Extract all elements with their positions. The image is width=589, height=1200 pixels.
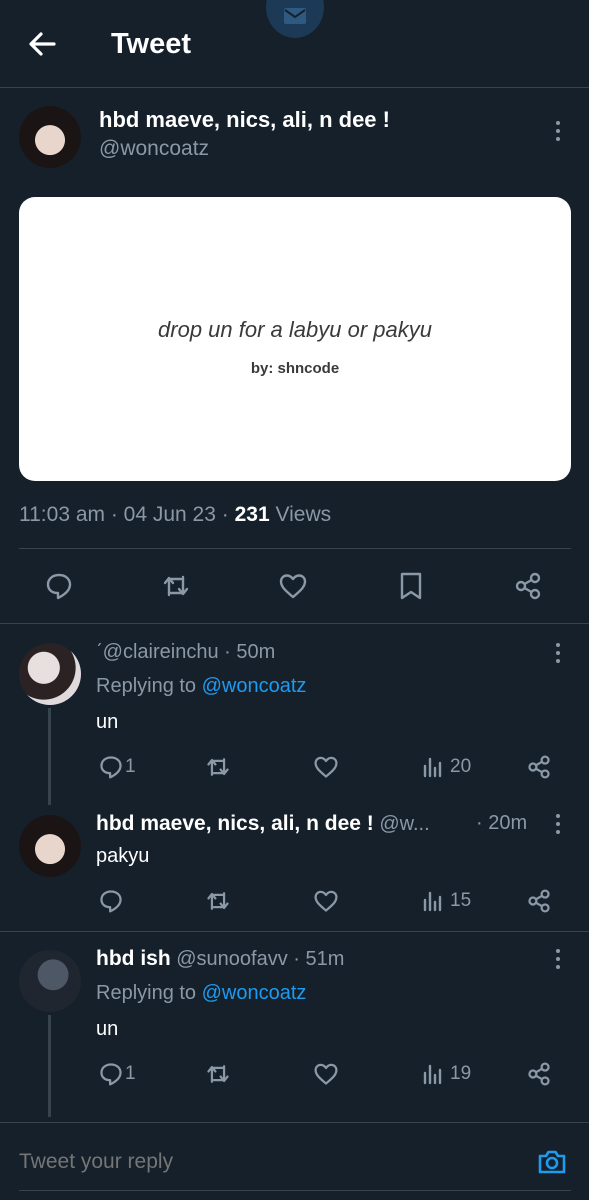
retweet-icon: [163, 575, 189, 597]
heart-icon: [314, 890, 338, 912]
reply-avatar[interactable]: [19, 950, 81, 1012]
media-caption: drop un for a labyu or pakyu: [158, 317, 432, 342]
more-options-icon[interactable]: [548, 641, 568, 665]
retweet-button[interactable]: [161, 571, 191, 601]
bookmark-icon: [400, 572, 422, 600]
share-button[interactable]: [513, 571, 543, 601]
views-button[interactable]: [420, 888, 446, 914]
views-count: 19: [450, 1063, 472, 1084]
media-credit: by: shncode: [250, 360, 340, 377]
divider: [0, 623, 589, 624]
reply-count: 1: [125, 756, 136, 777]
add-media-button[interactable]: [536, 1146, 568, 1178]
camera-icon: [538, 1150, 566, 1174]
comment-icon: [100, 890, 122, 913]
analytics-icon: [423, 1064, 442, 1085]
like-button[interactable]: [313, 1061, 339, 1087]
views-count: 20: [450, 756, 472, 777]
reply-handle[interactable]: ˊ@claireinchu: [96, 641, 219, 663]
replying-to: Replying to @woncoatz: [96, 982, 306, 1005]
top-app-bar: Tweet: [0, 0, 589, 88]
share-button[interactable]: [526, 1061, 552, 1087]
author-name[interactable]: hbd maeve, nics, ali, n dee !: [99, 107, 390, 133]
reply-author-name[interactable]: hbd maeve, nics, ali, n dee !: [96, 812, 374, 835]
tweet-media-image[interactable]: drop un for a labyu or pakyu by: shncode: [19, 197, 571, 481]
like-button[interactable]: [278, 571, 308, 601]
views-count[interactable]: 231: [235, 503, 270, 526]
analytics-icon: [423, 757, 442, 778]
views-label[interactable]: Views: [275, 503, 331, 526]
back-button[interactable]: [24, 26, 60, 62]
share-button[interactable]: [526, 888, 552, 914]
page-title: Tweet: [111, 28, 192, 60]
comment-icon: [100, 756, 122, 779]
reply-header: ˊ@claireinchu · 50m: [96, 641, 276, 663]
like-button[interactable]: [313, 754, 339, 780]
reply-button[interactable]: [98, 1061, 124, 1087]
reply-header: hbd maeve, nics, ali, n dee ! @w...: [96, 812, 430, 836]
share-icon: [528, 1062, 550, 1086]
share-button[interactable]: [526, 754, 552, 780]
views-button[interactable]: [420, 754, 446, 780]
more-options-icon[interactable]: [548, 947, 568, 971]
heart-icon: [314, 1063, 338, 1085]
thread-line: [48, 1015, 51, 1117]
author-handle[interactable]: @woncoatz: [99, 137, 209, 161]
reply-input-underline: [19, 1190, 571, 1191]
retweet-icon: [207, 892, 229, 910]
more-options-icon[interactable]: [548, 812, 568, 836]
retweet-icon: [207, 758, 229, 776]
reply-time: 51m: [305, 948, 345, 970]
retweet-button[interactable]: [205, 888, 231, 914]
reply-button[interactable]: [44, 571, 74, 601]
divider: [0, 931, 589, 932]
divider: [19, 548, 571, 549]
analytics-icon: [423, 891, 442, 912]
comment-icon: [100, 1063, 122, 1086]
author-avatar[interactable]: [19, 106, 81, 168]
share-icon: [528, 889, 550, 913]
reply-avatar[interactable]: [19, 815, 81, 877]
like-button[interactable]: [313, 888, 339, 914]
replying-to-label: Replying to: [96, 982, 197, 1004]
views-button[interactable]: [420, 1061, 446, 1087]
comment-icon: [46, 573, 72, 600]
reply-avatar[interactable]: [19, 643, 81, 705]
reply-input[interactable]: [19, 1150, 499, 1174]
reply-text: un: [96, 1018, 119, 1040]
tweet-meta: 11:03 am · 04 Jun 23 · 231 Views: [19, 503, 332, 526]
reply-author-name[interactable]: hbd ish: [96, 947, 171, 970]
replying-to-handle[interactable]: @woncoatz: [202, 675, 307, 697]
reply-button[interactable]: [98, 888, 124, 914]
share-icon: [528, 755, 550, 779]
arrow-left-icon: [29, 32, 56, 56]
more-options-icon[interactable]: [548, 119, 568, 143]
share-icon: [515, 572, 541, 600]
replying-to: Replying to @woncoatz: [96, 675, 306, 698]
thread-line: [48, 708, 51, 805]
reply-count: 1: [125, 1063, 136, 1084]
composer-divider: [0, 1122, 589, 1123]
reply-time: 20m: [488, 812, 528, 834]
heart-icon: [279, 574, 307, 599]
reply-button[interactable]: [98, 754, 124, 780]
reply-handle[interactable]: @sunoofavv: [176, 948, 287, 970]
reply-time-wrap: · 20m: [476, 812, 528, 834]
reply-handle[interactable]: @w...: [379, 813, 429, 835]
reply-header: hbd ish @sunoofavv · 51m: [96, 947, 345, 970]
retweet-icon: [207, 1065, 229, 1083]
views-count: 15: [450, 890, 472, 911]
retweet-button[interactable]: [205, 754, 231, 780]
tweet-date: 04 Jun 23: [123, 503, 216, 526]
tweet-time: 11:03 am: [19, 503, 105, 526]
reply-time: 50m: [236, 641, 276, 663]
reply-text: un: [96, 711, 119, 733]
replying-to-label: Replying to: [96, 675, 197, 697]
retweet-button[interactable]: [205, 1061, 231, 1087]
heart-icon: [314, 756, 338, 778]
bookmark-button[interactable]: [396, 571, 426, 601]
reply-text: pakyu: [96, 845, 150, 867]
replying-to-handle[interactable]: @woncoatz: [202, 982, 307, 1004]
